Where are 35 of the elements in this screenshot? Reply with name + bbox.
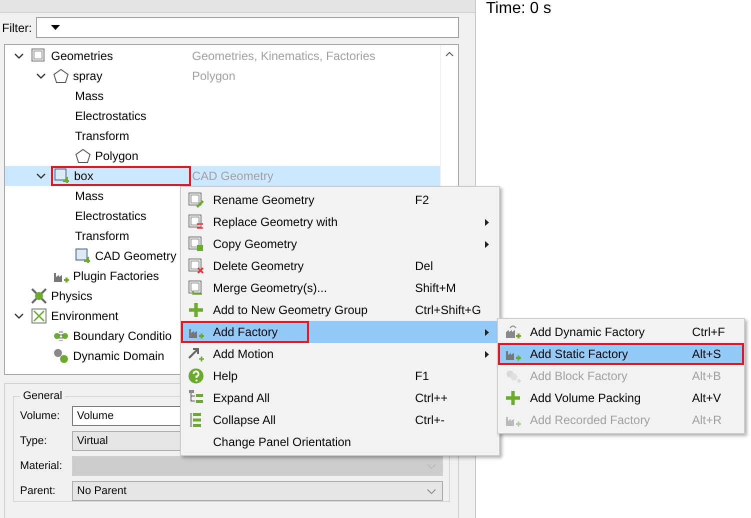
tree-item-description: Geometries, Kinematics, Factories (192, 49, 376, 63)
tree-item-label: box (74, 169, 94, 183)
tree-item-description: Polygon (192, 69, 236, 83)
tree-item-label: Boundary Conditio (73, 329, 172, 343)
filter-label: Filter: (2, 20, 32, 34)
tree-item-label: spray (73, 69, 102, 83)
tree-item-label: Electrostatics (75, 109, 146, 123)
shortcut-text: Ctrl+F (692, 325, 725, 339)
tree-item-label: Plugin Factories (73, 269, 160, 283)
tree-item-label: CAD Geometry (95, 249, 176, 263)
shortcut-text: Shift+M (415, 281, 456, 295)
shortcut-text: F1 (415, 369, 430, 383)
tree-item-label: Environment (51, 309, 118, 323)
tree-item-label: Mass (75, 89, 104, 103)
shortcut-text: Alt+S (692, 347, 722, 361)
tree-item-description: CAD Geometry (192, 169, 274, 183)
shortcut-text: Ctrl+Shift+G (415, 303, 482, 317)
tree-item-label: Dynamic Domain (73, 349, 164, 363)
field-label: Parent: (20, 485, 56, 497)
group-title: General (22, 390, 64, 402)
tree-item-label: Transform (75, 129, 130, 143)
shortcut-text: Alt+V (692, 391, 722, 405)
shortcut-text: Ctrl++ (415, 391, 448, 405)
field-label: Volume: (20, 410, 61, 422)
shortcut-text: Ctrl+- (415, 413, 445, 427)
tree-item-label: Physics (51, 289, 92, 303)
time-readout: Time: 0 s (486, 0, 552, 18)
shortcut-text: F2 (415, 193, 430, 207)
shortcut-text: Alt+R (692, 413, 722, 427)
field-label: Type: (20, 435, 48, 447)
tree-item-label: Geometries (51, 49, 114, 63)
shortcut-text: Del (415, 259, 434, 273)
shortcut-text: Alt+B (692, 369, 722, 383)
field-label: Material: (20, 460, 64, 472)
tree-item-label: Polygon (95, 149, 138, 163)
